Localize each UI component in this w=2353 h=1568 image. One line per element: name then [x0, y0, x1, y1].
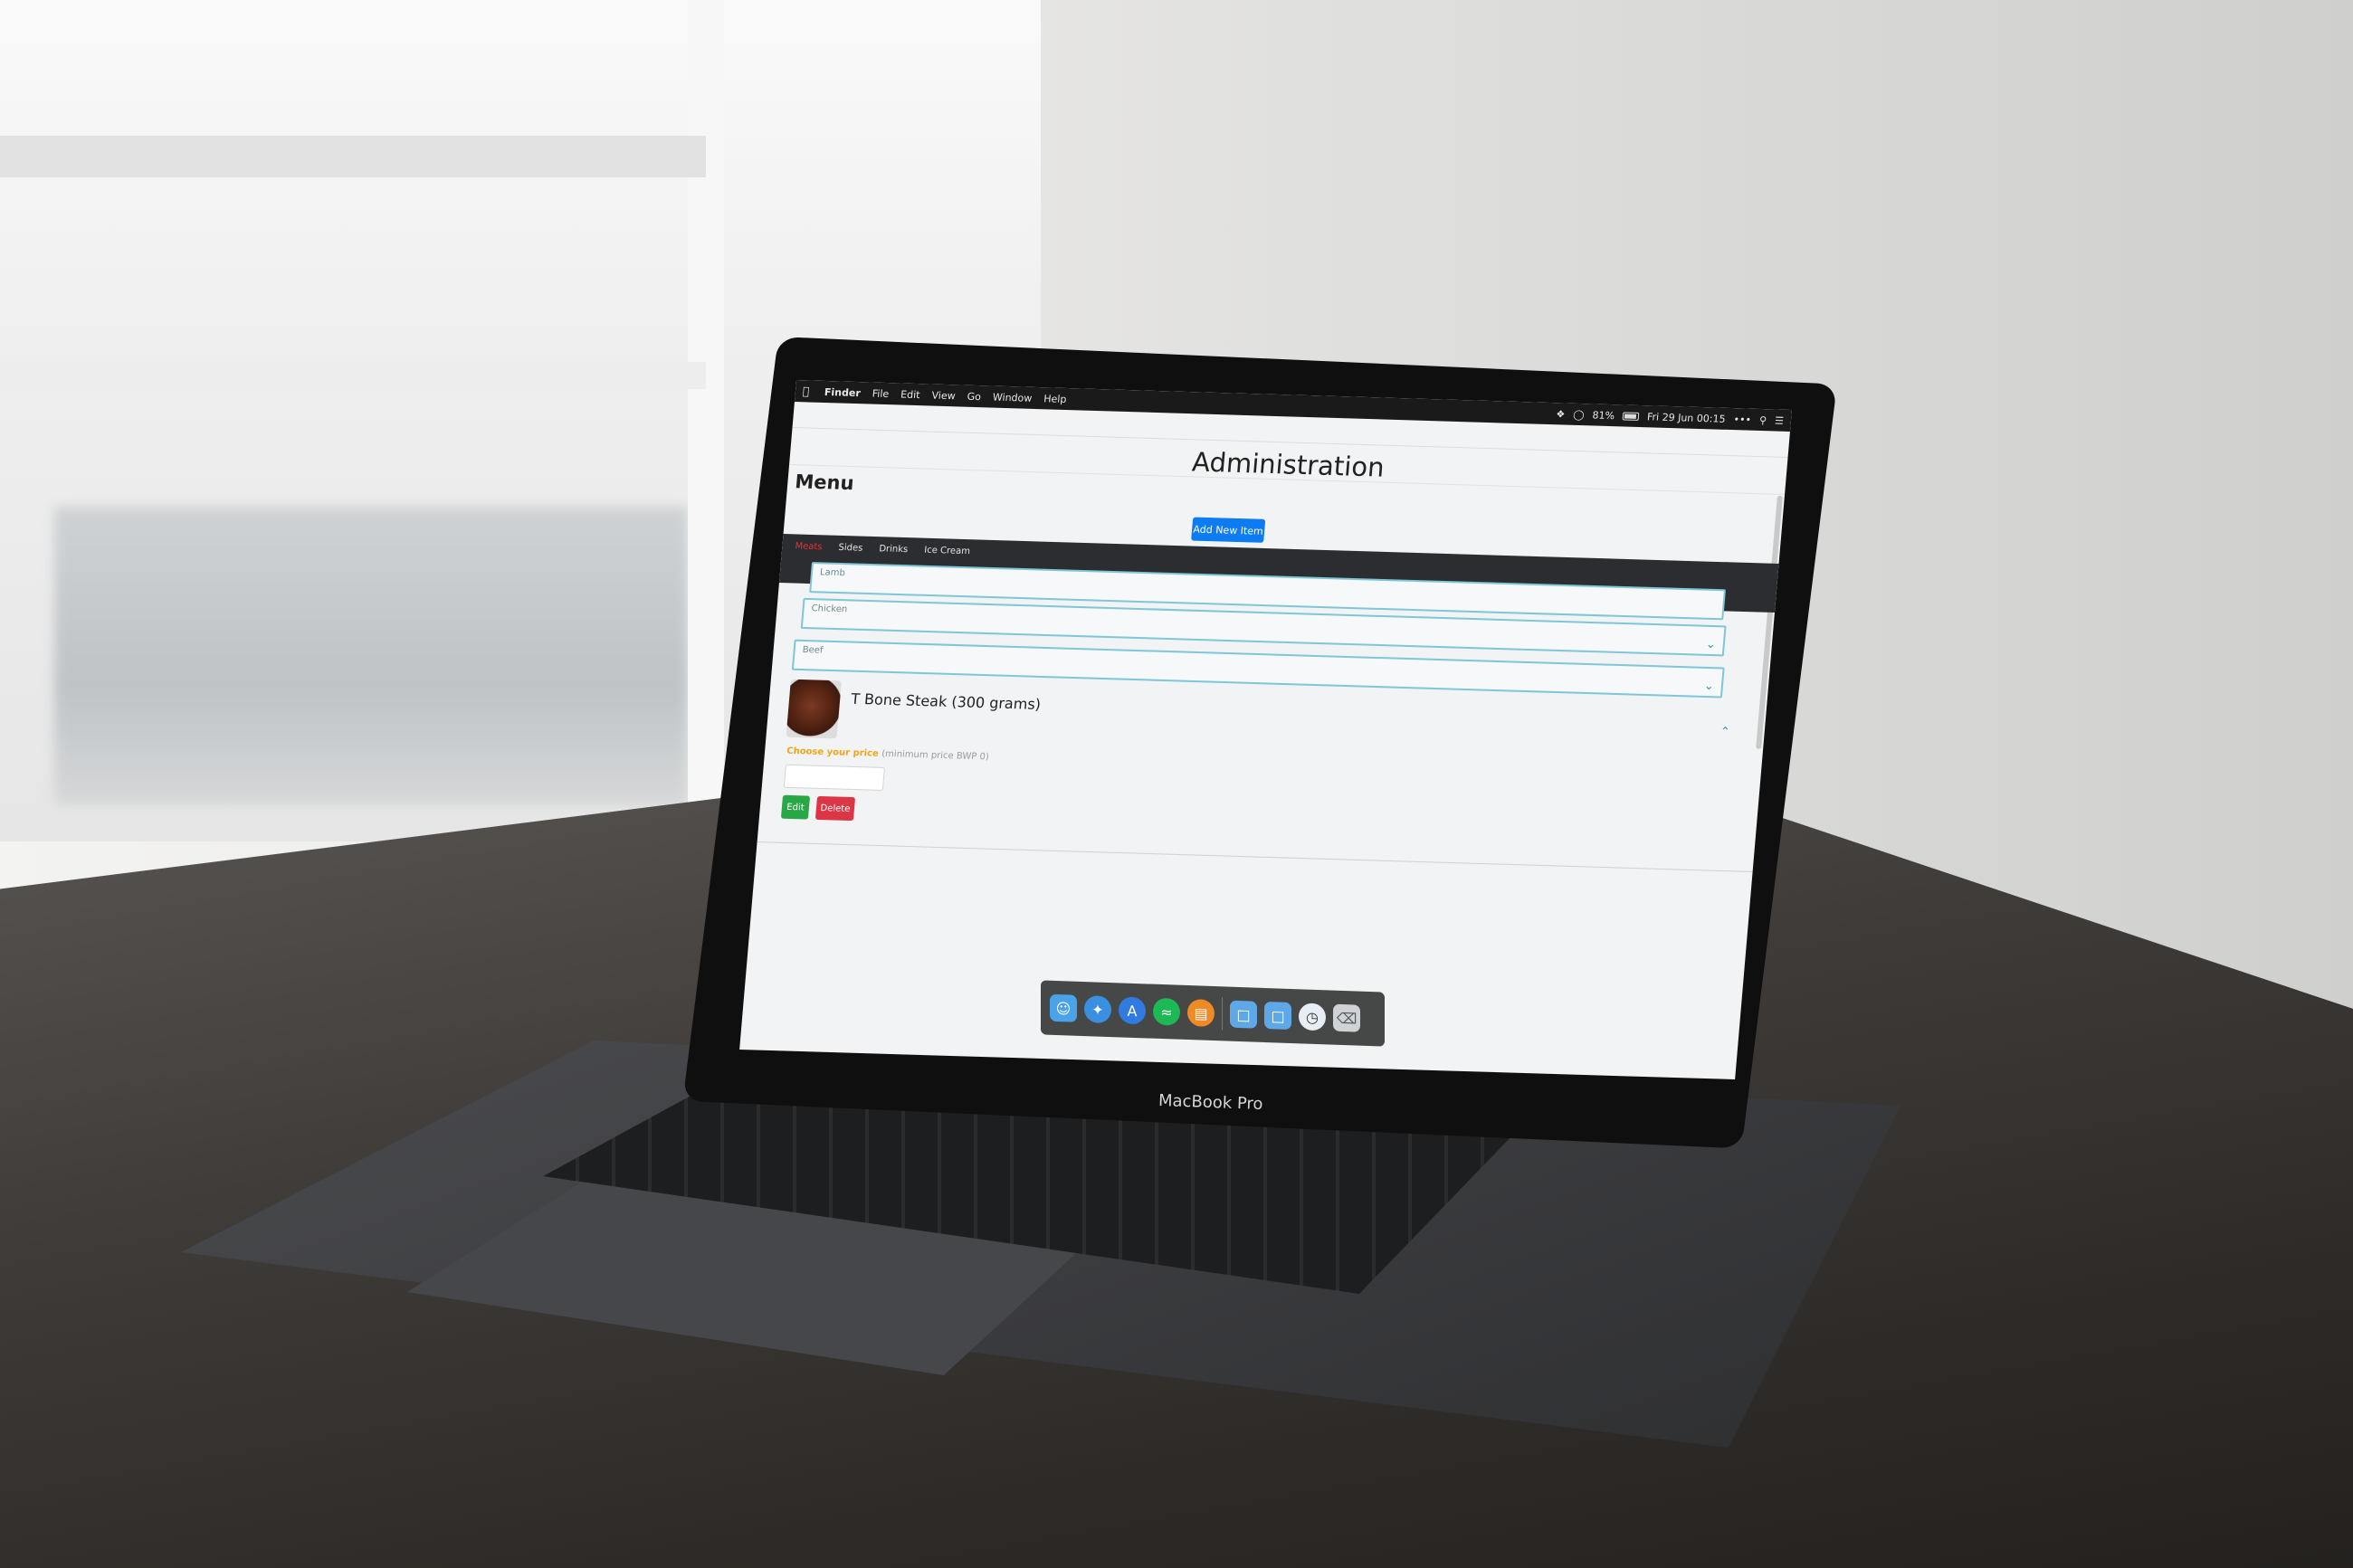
window-frame — [0, 362, 706, 389]
menu-go[interactable]: Go — [967, 390, 981, 402]
menu-file[interactable]: File — [872, 387, 890, 400]
search-icon[interactable]: ⚲ — [1758, 413, 1767, 425]
tab-ice-cream[interactable]: Ice Cream — [924, 546, 971, 557]
page-title: Administration — [1190, 446, 1386, 483]
list-icon[interactable]: ☰ — [1775, 414, 1785, 426]
price-prompt-text: Choose your price — [786, 746, 880, 759]
divider — [757, 841, 1753, 872]
tab-meats[interactable]: Meats — [795, 541, 823, 552]
window-frame — [688, 0, 724, 841]
accordion-label: Beef — [802, 644, 824, 656]
spotify-icon[interactable]: ≈ — [1153, 997, 1180, 1026]
window-frame — [0, 136, 706, 177]
tab-sides[interactable]: Sides — [838, 543, 863, 554]
finder-icon[interactable]: ☺ — [1050, 993, 1077, 1022]
folder-icon[interactable]: □ — [1264, 1001, 1291, 1031]
clock[interactable]: Fri 29 Jun 00:15 — [1647, 411, 1727, 425]
price-input[interactable] — [783, 764, 885, 792]
section-heading: Menu — [794, 470, 855, 495]
time-machine-icon[interactable]: ◷ — [1299, 1003, 1326, 1031]
safari-icon[interactable]: ✦ — [1084, 995, 1111, 1024]
laptop-screen:  Finder File Edit View Go Window Help ❖… — [739, 380, 1801, 1079]
delete-button[interactable]: Delete — [814, 795, 856, 822]
menu-item-card: T Bone Steak (300 grams) ⌃ — [785, 679, 1732, 780]
apple-icon[interactable]:  — [802, 385, 814, 397]
sync-icon[interactable]: ◯ — [1573, 408, 1585, 420]
menu-window[interactable]: Window — [992, 391, 1032, 404]
accordion-label: Chicken — [811, 603, 848, 615]
menu-help[interactable]: Help — [1043, 393, 1067, 405]
background-outside-view — [54, 507, 688, 805]
tab-drinks[interactable]: Drinks — [879, 544, 909, 555]
menu-view[interactable]: View — [931, 389, 956, 402]
chevron-down-icon[interactable]: ⌄ — [1703, 679, 1714, 693]
app-store-icon[interactable]: A — [1119, 996, 1146, 1025]
trash-icon[interactable]: ⌫ — [1333, 1003, 1360, 1032]
edit-button[interactable]: Edit — [780, 794, 811, 820]
dock-separator — [1222, 997, 1223, 1031]
more-icon[interactable]: ••• — [1733, 413, 1752, 426]
battery-icon[interactable] — [1622, 411, 1640, 421]
accordion-label: Lamb — [819, 567, 846, 579]
chevron-down-icon[interactable]: ⌄ — [1705, 638, 1716, 651]
menu-edit[interactable]: Edit — [900, 388, 920, 401]
add-new-item-button[interactable]: Add New Item — [1191, 517, 1266, 543]
item-thumbnail — [786, 679, 842, 739]
item-name: T Bone Steak (300 grams) — [850, 689, 1042, 713]
price-hint: (minimum price BWP 0) — [881, 748, 990, 763]
menu-bar-status: ❖ ◯ 81% Fri 29 Jun 00:15 ••• ⚲ ☰ — [1556, 408, 1785, 427]
chevron-up-icon[interactable]: ⌃ — [1720, 726, 1730, 739]
folder-icon[interactable]: □ — [1230, 1000, 1257, 1029]
menu-app-name[interactable]: Finder — [824, 385, 861, 398]
books-icon[interactable]: ▤ — [1187, 999, 1215, 1028]
device-brand-label: MacBook Pro — [1157, 1090, 1263, 1115]
browser-viewport:  Finder File Edit View Go Window Help ❖… — [739, 380, 1792, 1079]
dropbox-icon[interactable]: ❖ — [1556, 408, 1566, 420]
battery-percent: 81% — [1592, 408, 1615, 422]
